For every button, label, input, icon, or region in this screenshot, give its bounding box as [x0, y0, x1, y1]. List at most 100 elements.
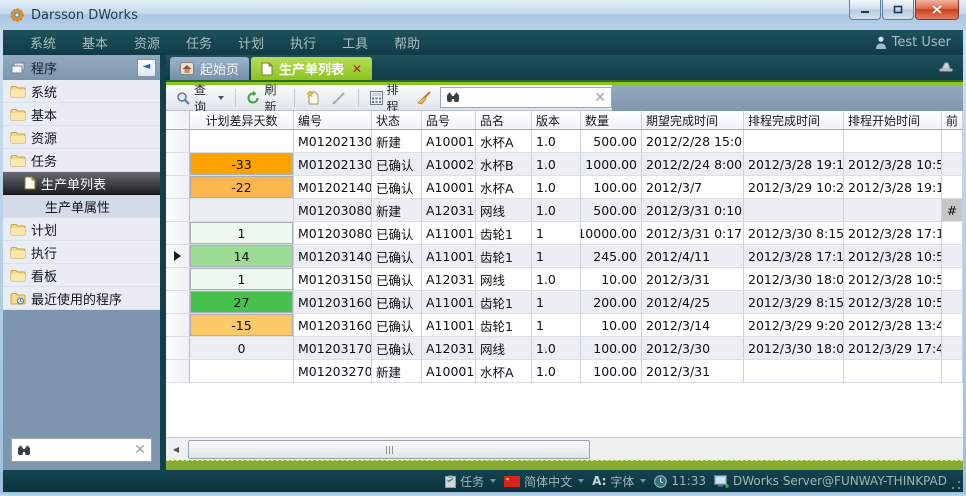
sidebar-item-4[interactable]: 生产单列表: [3, 172, 160, 195]
cell-expected-finish-time[interactable]: 2012/4/11: [642, 245, 744, 268]
row-selector-cell[interactable]: [166, 176, 190, 199]
cell-item-no[interactable]: A11001: [422, 291, 476, 314]
menu-item-3[interactable]: 任务: [173, 33, 225, 52]
cell-quantity[interactable]: 10000.00: [581, 222, 642, 245]
cell-extra[interactable]: [942, 314, 963, 337]
cell-expected-finish-time[interactable]: 2012/4/25: [642, 291, 744, 314]
row-selector-cell[interactable]: [166, 130, 190, 153]
cell-extra[interactable]: [942, 291, 963, 314]
cell-item-name[interactable]: 齿轮1: [476, 314, 532, 337]
cell-scheduled-finish-time[interactable]: 2012/3/29 10:20: [744, 176, 844, 199]
row-selector-cell[interactable]: [166, 268, 190, 291]
cell-plan-diff-days[interactable]: [190, 130, 294, 153]
cell-expected-finish-time[interactable]: 2012/3/7: [642, 176, 744, 199]
cell-order-no[interactable]: M012030801: [294, 199, 372, 222]
cell-status[interactable]: 已确认: [372, 176, 422, 199]
sidebar-item-6[interactable]: 计划: [3, 218, 160, 241]
cell-extra[interactable]: [942, 245, 963, 268]
cell-expected-finish-time[interactable]: 2012/3/31 0:17: [642, 222, 744, 245]
column-header-4[interactable]: 品名: [476, 111, 532, 130]
cell-quantity[interactable]: 100.00: [581, 337, 642, 360]
cell-item-no[interactable]: A12031: [422, 337, 476, 360]
cell-scheduled-start-time[interactable]: 2012/3/28 10:52: [844, 245, 942, 268]
cell-order-no[interactable]: M012021302: [294, 153, 372, 176]
tab-home[interactable]: 起始页: [170, 57, 249, 80]
toolbar-search-input[interactable]: [465, 90, 589, 106]
cell-status[interactable]: 已确认: [372, 337, 422, 360]
cell-version[interactable]: 1: [532, 245, 581, 268]
cell-scheduled-start-time[interactable]: 2012/3/28 13:40: [844, 314, 942, 337]
cell-extra[interactable]: #: [942, 199, 963, 222]
menu-item-5[interactable]: 执行: [277, 33, 329, 52]
cell-plan-diff-days[interactable]: 14: [190, 245, 294, 268]
cell-scheduled-finish-time[interactable]: 2012/3/30 18:00: [744, 337, 844, 360]
status-font-menu[interactable]: A: 字体: [592, 473, 646, 490]
menu-item-7[interactable]: 帮助: [381, 33, 433, 52]
cell-expected-finish-time[interactable]: 2012/2/24 8:00: [642, 153, 744, 176]
cell-plan-diff-days[interactable]: -15: [190, 314, 294, 337]
cell-order-no[interactable]: M012021301: [294, 130, 372, 153]
cell-scheduled-start-time[interactable]: 2012/3/28 10:52: [844, 268, 942, 291]
cell-scheduled-start-time[interactable]: [844, 199, 942, 222]
column-header-0[interactable]: 计划差异天数: [190, 111, 294, 130]
cell-status[interactable]: 已确认: [372, 222, 422, 245]
cell-expected-finish-time[interactable]: 2012/3/14: [642, 314, 744, 337]
cell-order-no[interactable]: M012030802: [294, 222, 372, 245]
cell-item-name[interactable]: 水杯A: [476, 360, 532, 383]
cell-extra[interactable]: [942, 337, 963, 360]
sidebar-item-0[interactable]: 系统: [3, 80, 160, 103]
sidebar-item-8[interactable]: 看板: [3, 264, 160, 287]
status-task-menu[interactable]: 任务: [445, 473, 496, 490]
cell-extra[interactable]: [942, 153, 963, 176]
cell-version[interactable]: 1.0: [532, 153, 581, 176]
maximize-button[interactable]: [882, 0, 914, 20]
column-header-5[interactable]: 版本: [532, 111, 581, 130]
cell-item-no[interactable]: A12031: [422, 268, 476, 291]
menu-item-2[interactable]: 资源: [121, 33, 173, 52]
cell-plan-diff-days[interactable]: [190, 360, 294, 383]
scroll-left-arrow[interactable]: ◀: [168, 441, 184, 457]
cell-scheduled-finish-time[interactable]: [744, 130, 844, 153]
cell-order-no[interactable]: M012032701: [294, 360, 372, 383]
cell-item-name[interactable]: 网线: [476, 199, 532, 222]
cell-item-name[interactable]: 水杯B: [476, 153, 532, 176]
resize-grip[interactable]: [952, 481, 960, 489]
column-header-1[interactable]: 编号: [294, 111, 372, 130]
column-header-7[interactable]: 期望完成时间: [642, 111, 744, 130]
menu-item-6[interactable]: 工具: [329, 33, 381, 52]
cell-scheduled-start-time[interactable]: 2012/3/28 17:13: [844, 222, 942, 245]
column-header-9[interactable]: 排程开始时间: [844, 111, 942, 130]
cell-status[interactable]: 新建: [372, 130, 422, 153]
row-selector-cell[interactable]: [166, 360, 190, 383]
cell-extra[interactable]: [942, 222, 963, 245]
cell-quantity[interactable]: 500.00: [581, 130, 642, 153]
cell-scheduled-finish-time[interactable]: 2012/3/29 9:20: [744, 314, 844, 337]
cell-status[interactable]: 已确认: [372, 291, 422, 314]
cell-plan-diff-days[interactable]: -22: [190, 176, 294, 199]
cell-version[interactable]: 1: [532, 314, 581, 337]
cell-item-no[interactable]: A10001: [422, 130, 476, 153]
cell-item-no[interactable]: A11001: [422, 245, 476, 268]
cell-extra[interactable]: [942, 360, 963, 383]
scrollbar-thumb[interactable]: [188, 440, 590, 459]
cell-order-no[interactable]: M012031501: [294, 268, 372, 291]
cell-item-no[interactable]: A11001: [422, 222, 476, 245]
cell-item-name[interactable]: 网线: [476, 268, 532, 291]
row-selector-cell[interactable]: [166, 291, 190, 314]
cell-expected-finish-time[interactable]: 2012/3/31 0:10: [642, 199, 744, 222]
cell-status[interactable]: 已确认: [372, 314, 422, 337]
cell-plan-diff-days[interactable]: 27: [190, 291, 294, 314]
cell-scheduled-finish-time[interactable]: 2012/3/28 19:10: [744, 153, 844, 176]
row-selector-cell[interactable]: [166, 153, 190, 176]
row-selector-cell[interactable]: [166, 314, 190, 337]
cell-item-name[interactable]: 齿轮1: [476, 291, 532, 314]
cell-item-no[interactable]: A10001: [422, 360, 476, 383]
sidebar-item-5[interactable]: 生产单属性: [3, 195, 160, 218]
cell-order-no[interactable]: M012031402: [294, 245, 372, 268]
minimize-button[interactable]: [849, 0, 881, 20]
cell-item-no[interactable]: A10001: [422, 176, 476, 199]
cell-quantity[interactable]: 100.00: [581, 176, 642, 199]
cell-expected-finish-time[interactable]: 2012/2/28 15:00: [642, 130, 744, 153]
cell-item-no[interactable]: A10002: [422, 153, 476, 176]
cell-scheduled-start-time[interactable]: 2012/3/28 10:52: [844, 153, 942, 176]
